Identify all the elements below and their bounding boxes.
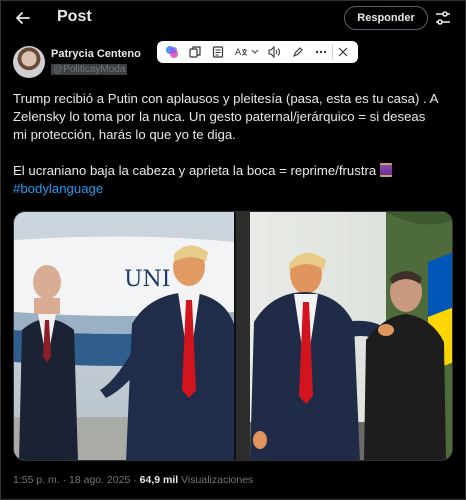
back-button[interactable] [12, 7, 34, 29]
plane-lettering: UNI [124, 267, 170, 292]
browser-selection-toolbar: A [157, 41, 358, 63]
post-media[interactable]: UNI [13, 211, 453, 461]
post-text-line-content: El ucraniano baja la cabeza y aprieta la… [13, 163, 377, 178]
top-bar: Post Responder [0, 0, 466, 36]
hashtag-link[interactable]: #bodylanguage [13, 181, 103, 196]
chevron-down-icon[interactable] [250, 43, 260, 61]
page-title: Post [57, 8, 92, 25]
note-icon[interactable] [210, 43, 227, 61]
settings-button[interactable] [434, 9, 452, 27]
post-text-line: El ucraniano baja la cabeza y aprieta la… [13, 162, 453, 180]
post-text: Trump recibió a Putin con aplausos y ple… [13, 90, 453, 198]
reply-button[interactable]: Responder [344, 6, 428, 30]
copilot-icon[interactable] [163, 43, 180, 61]
post-text-line: Trump recibió a Putin con aplausos y ple… [13, 91, 439, 106]
close-icon[interactable] [335, 43, 352, 61]
author-avatar[interactable] [13, 46, 45, 78]
post-timestamp[interactable]: 1:55 p. m. · 18 ago. 2025 · [13, 474, 140, 486]
photo-right-whitehouse [236, 212, 452, 460]
views-count: 64,9 mil [139, 474, 179, 486]
views-label: Visualizaciones [178, 474, 254, 486]
thread-spool-emoji [379, 163, 392, 177]
post-text-line: mi protección, harás lo que yo te diga. [13, 127, 236, 142]
translate-icon[interactable]: A [233, 43, 250, 61]
highlight-icon[interactable] [289, 43, 306, 61]
arrow-left-icon [16, 12, 30, 24]
speaker-icon[interactable] [266, 43, 283, 61]
more-icon[interactable] [312, 43, 329, 61]
post-meta: 1:55 p. m. · 18 ago. 2025 · 64,9 mil Vis… [13, 474, 253, 486]
sliders-icon [436, 11, 450, 25]
author-handle[interactable]: @PoliticayModa [51, 64, 128, 75]
svg-text:A: A [235, 48, 242, 58]
copy-icon[interactable] [186, 43, 203, 61]
photo-left-airport: UNI [14, 212, 234, 460]
author-name[interactable]: Patrycia Centeno [51, 48, 141, 60]
post-text-line: Zelensky lo toma por la nuca. Un gesto p… [13, 109, 426, 124]
